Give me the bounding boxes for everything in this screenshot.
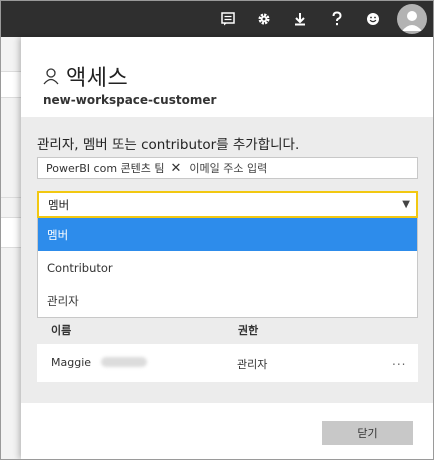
role-select-value: 멤버: [48, 197, 70, 212]
feedback-button[interactable]: [210, 0, 246, 37]
access-panel: 액세스 new-workspace-customer 관리자, 멤버 또는 co…: [21, 37, 433, 459]
add-members-section: 관리자, 멤버 또는 contributor를 추가합니다. PowerBI c…: [21, 117, 433, 403]
role-option-contributor[interactable]: Contributor: [38, 251, 417, 284]
panel-title: 액세스: [66, 66, 129, 91]
column-header-permission: 권한: [238, 324, 259, 337]
remove-chip-icon[interactable]: ✕: [171, 161, 182, 176]
column-header-name: 이름: [51, 324, 72, 337]
top-bar: [0, 0, 434, 37]
table-row: Maggie 관리자 ...: [37, 344, 418, 382]
role-option-admin[interactable]: 관리자: [38, 284, 417, 317]
more-options-icon[interactable]: ...: [392, 354, 406, 368]
avatar[interactable]: [397, 4, 427, 34]
smiley-icon: [367, 12, 379, 25]
group-chip-label: PowerBI com 콘텐츠 팀: [46, 162, 165, 175]
user-avatar-icon: [402, 11, 422, 31]
instruction-text: 관리자, 멤버 또는 contributor를 추가합니다.: [37, 137, 300, 153]
role-select[interactable]: 멤버 ▼: [37, 191, 418, 218]
member-role: 관리자: [237, 358, 268, 371]
workspace-name: new-workspace-customer: [43, 93, 217, 107]
feedback-icon: [221, 11, 235, 25]
download-icon: [295, 12, 305, 25]
email-input[interactable]: [189, 161, 390, 175]
redacted-name: [101, 357, 147, 367]
help-icon: [332, 10, 342, 25]
chevron-down-icon: ▼: [402, 199, 410, 210]
member-name: Maggie: [51, 356, 92, 369]
settings-button[interactable]: [246, 0, 282, 37]
download-button[interactable]: [282, 0, 318, 37]
role-dropdown: 멤버 Contributor 관리자: [37, 218, 418, 318]
person-icon: [43, 68, 59, 85]
background-page: [0, 37, 21, 460]
role-option-member[interactable]: 멤버: [38, 218, 417, 251]
gear-icon: [258, 13, 270, 24]
panel-header: 액세스: [42, 61, 128, 91]
people-picker[interactable]: PowerBI com 콘텐츠 팀 ✕: [37, 157, 418, 179]
help-button[interactable]: [319, 0, 355, 37]
feedback-smile-button[interactable]: [355, 0, 391, 37]
close-button[interactable]: 닫기: [322, 421, 413, 445]
